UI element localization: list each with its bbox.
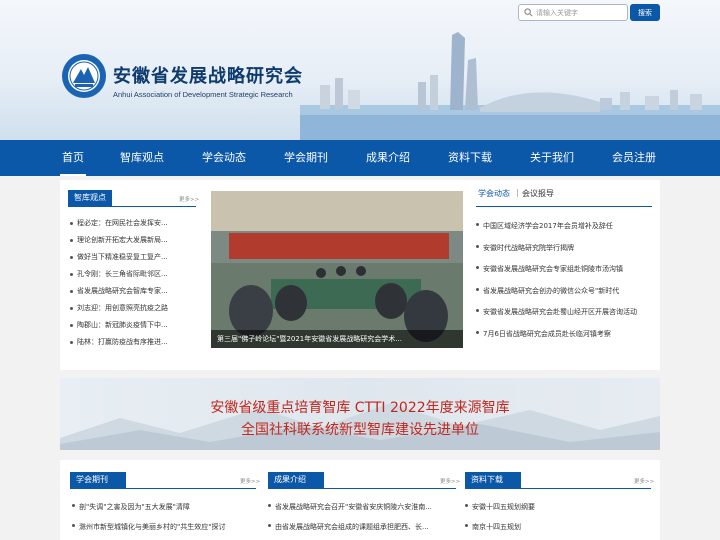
think-tank-more-link[interactable]: 更多>> (179, 195, 199, 203)
think-tank-list: 程必定：在网民社会发挥安... 理论创新开拓宏大发展新局... 做好当下精准稳妥… (68, 215, 198, 351)
results-divider (268, 488, 456, 489)
journal-divider (70, 488, 256, 489)
results-title: 成果介绍 (268, 472, 324, 488)
main-nav: 首页 智库观点 学会动态 学会期刊 成果介绍 资料下载 关于我们 会员注册 (0, 140, 720, 176)
nav-item-results[interactable]: 成果介绍 (363, 140, 413, 176)
nav-item-think-tank[interactable]: 智库观点 (118, 140, 166, 176)
list-item[interactable]: 做好当下精准稳妥复工复产... (68, 249, 198, 266)
list-item[interactable]: 安徽十四五规划纲要 (463, 497, 651, 517)
list-item[interactable]: 安徽省发展战略研究会专家组赴铜陵市汤沟镇 (474, 259, 654, 281)
site-header: 搜索 安徽省发展战略研究会 Anhui Association of Devel… (0, 0, 720, 140)
list-item[interactable]: 滁州市新型城镇化与美丽乡村的"共生效应"探讨 (70, 517, 258, 537)
list-item[interactable]: 程必定：在网民社会发挥安... (68, 215, 198, 232)
search-button[interactable]: 搜索 (630, 4, 660, 21)
list-item[interactable]: 安徽省发展战略研究会赴蜀山经开区开展咨询活动 (474, 302, 654, 324)
featured-photo[interactable]: 第三届"佛子岭论坛"暨2021年安徽省发展战略研究会学术... (211, 191, 463, 348)
city-skyline-image (300, 32, 720, 140)
journal-title: 学会期刊 (70, 472, 126, 488)
downloads-divider (465, 488, 651, 489)
nav-item-downloads[interactable]: 资料下载 (445, 140, 495, 176)
news-list: 中国区域经济学会2017年会员增补及辞任 安徽时代战略研究院举行揭牌 安徽省发展… (474, 216, 654, 345)
downloads-more-link[interactable]: 更多>> (634, 477, 654, 485)
nav-item-register[interactable]: 会员注册 (609, 140, 659, 176)
site-subtitle: Anhui Association of Development Strateg… (113, 90, 293, 99)
list-item[interactable]: 孔令刚：长三角省际毗邻区... (68, 266, 198, 283)
conference-photo-image (211, 191, 463, 348)
list-item[interactable]: 省发展战略研究会智库专家... (68, 283, 198, 300)
main-content: 智库观点 更多>> 程必定：在网民社会发挥安... 理论创新开拓宏大发展新局..… (60, 180, 660, 370)
journal-more-link[interactable]: 更多>> (240, 477, 260, 485)
tab-meeting-reports[interactable]: 会议报导 (522, 188, 554, 199)
bottom-sections: 学会期刊 更多>> 剖"失调"之害及因为"五大发展"清障 滁州市新型城镇化与美丽… (60, 460, 660, 540)
list-item[interactable]: 省发展战略研究会创办的微信公众号"新时代 (474, 281, 654, 303)
downloads-title: 资料下载 (465, 472, 521, 488)
banner-subheadline: 全国社科联系统新型智库建设先进单位 (241, 422, 479, 438)
list-item[interactable]: 理论创新开拓宏大发展新局... (68, 232, 198, 249)
results-list: 省发展战略研究会召开"安徽省安庆铜陵六安淮南... 由省发展战略研究会组成的课题… (266, 497, 456, 537)
list-item[interactable]: 刘志迎：用创意照亮抗疫之路 (68, 300, 198, 317)
list-item[interactable]: 由省发展战略研究会组成的课题组承担肥西、长... (266, 517, 456, 537)
news-divider (476, 206, 652, 207)
association-logo-emblem (62, 54, 106, 98)
list-item[interactable]: 陶郡山：新冠肺炎疫情下中... (68, 317, 198, 334)
nav-item-news[interactable]: 学会动态 (199, 140, 249, 176)
list-item[interactable]: 中国区域经济学会2017年会员增补及辞任 (474, 216, 654, 238)
nav-item-home[interactable]: 首页 (60, 140, 86, 176)
search-icon (524, 8, 533, 17)
nav-item-about[interactable]: 关于我们 (527, 140, 577, 176)
list-item[interactable]: 安徽时代战略研究院举行揭牌 (474, 238, 654, 260)
nav-item-journal[interactable]: 学会期刊 (281, 140, 331, 176)
photo-caption: 第三届"佛子岭论坛"暨2021年安徽省发展战略研究会学术... (217, 335, 402, 343)
downloads-list: 安徽十四五规划纲要 南京十四五规划 (463, 497, 651, 537)
honors-banner[interactable]: 安徽省级重点培育智库 CTTI 2022年度来源智库 全国社科联系统新型智库建设… (60, 378, 660, 450)
list-item[interactable]: 陆林：打赢防疫战有序推进... (68, 334, 198, 351)
results-more-link[interactable]: 更多>> (440, 477, 460, 485)
list-item[interactable]: 南京十四五规划 (463, 517, 651, 537)
tab-news[interactable]: 学会动态 (478, 188, 510, 199)
think-tank-title: 智库观点 (68, 190, 112, 206)
site-title: 安徽省发展战略研究会 (113, 66, 303, 87)
photo-caption-bar: 第三届"佛子岭论坛"暨2021年安徽省发展战略研究会学术... (211, 330, 463, 348)
list-item[interactable]: 7月6日省战略研究会成员赴长临河镇考察 (474, 324, 654, 346)
banner-headline: 安徽省级重点培育智库 CTTI 2022年度来源智库 (210, 400, 510, 416)
search-input[interactable] (536, 6, 624, 19)
journal-list: 剖"失调"之害及因为"五大发展"清障 滁州市新型城镇化与美丽乡村的"共生效应"探… (70, 497, 258, 537)
slider-dots (403, 337, 443, 348)
search-box (518, 4, 628, 21)
list-item[interactable]: 剖"失调"之害及因为"五大发展"清障 (70, 497, 258, 517)
think-tank-divider (68, 206, 196, 207)
list-item[interactable]: 省发展战略研究会召开"安徽省安庆铜陵六安淮南... (266, 497, 456, 517)
tab-separator: | (516, 188, 519, 197)
